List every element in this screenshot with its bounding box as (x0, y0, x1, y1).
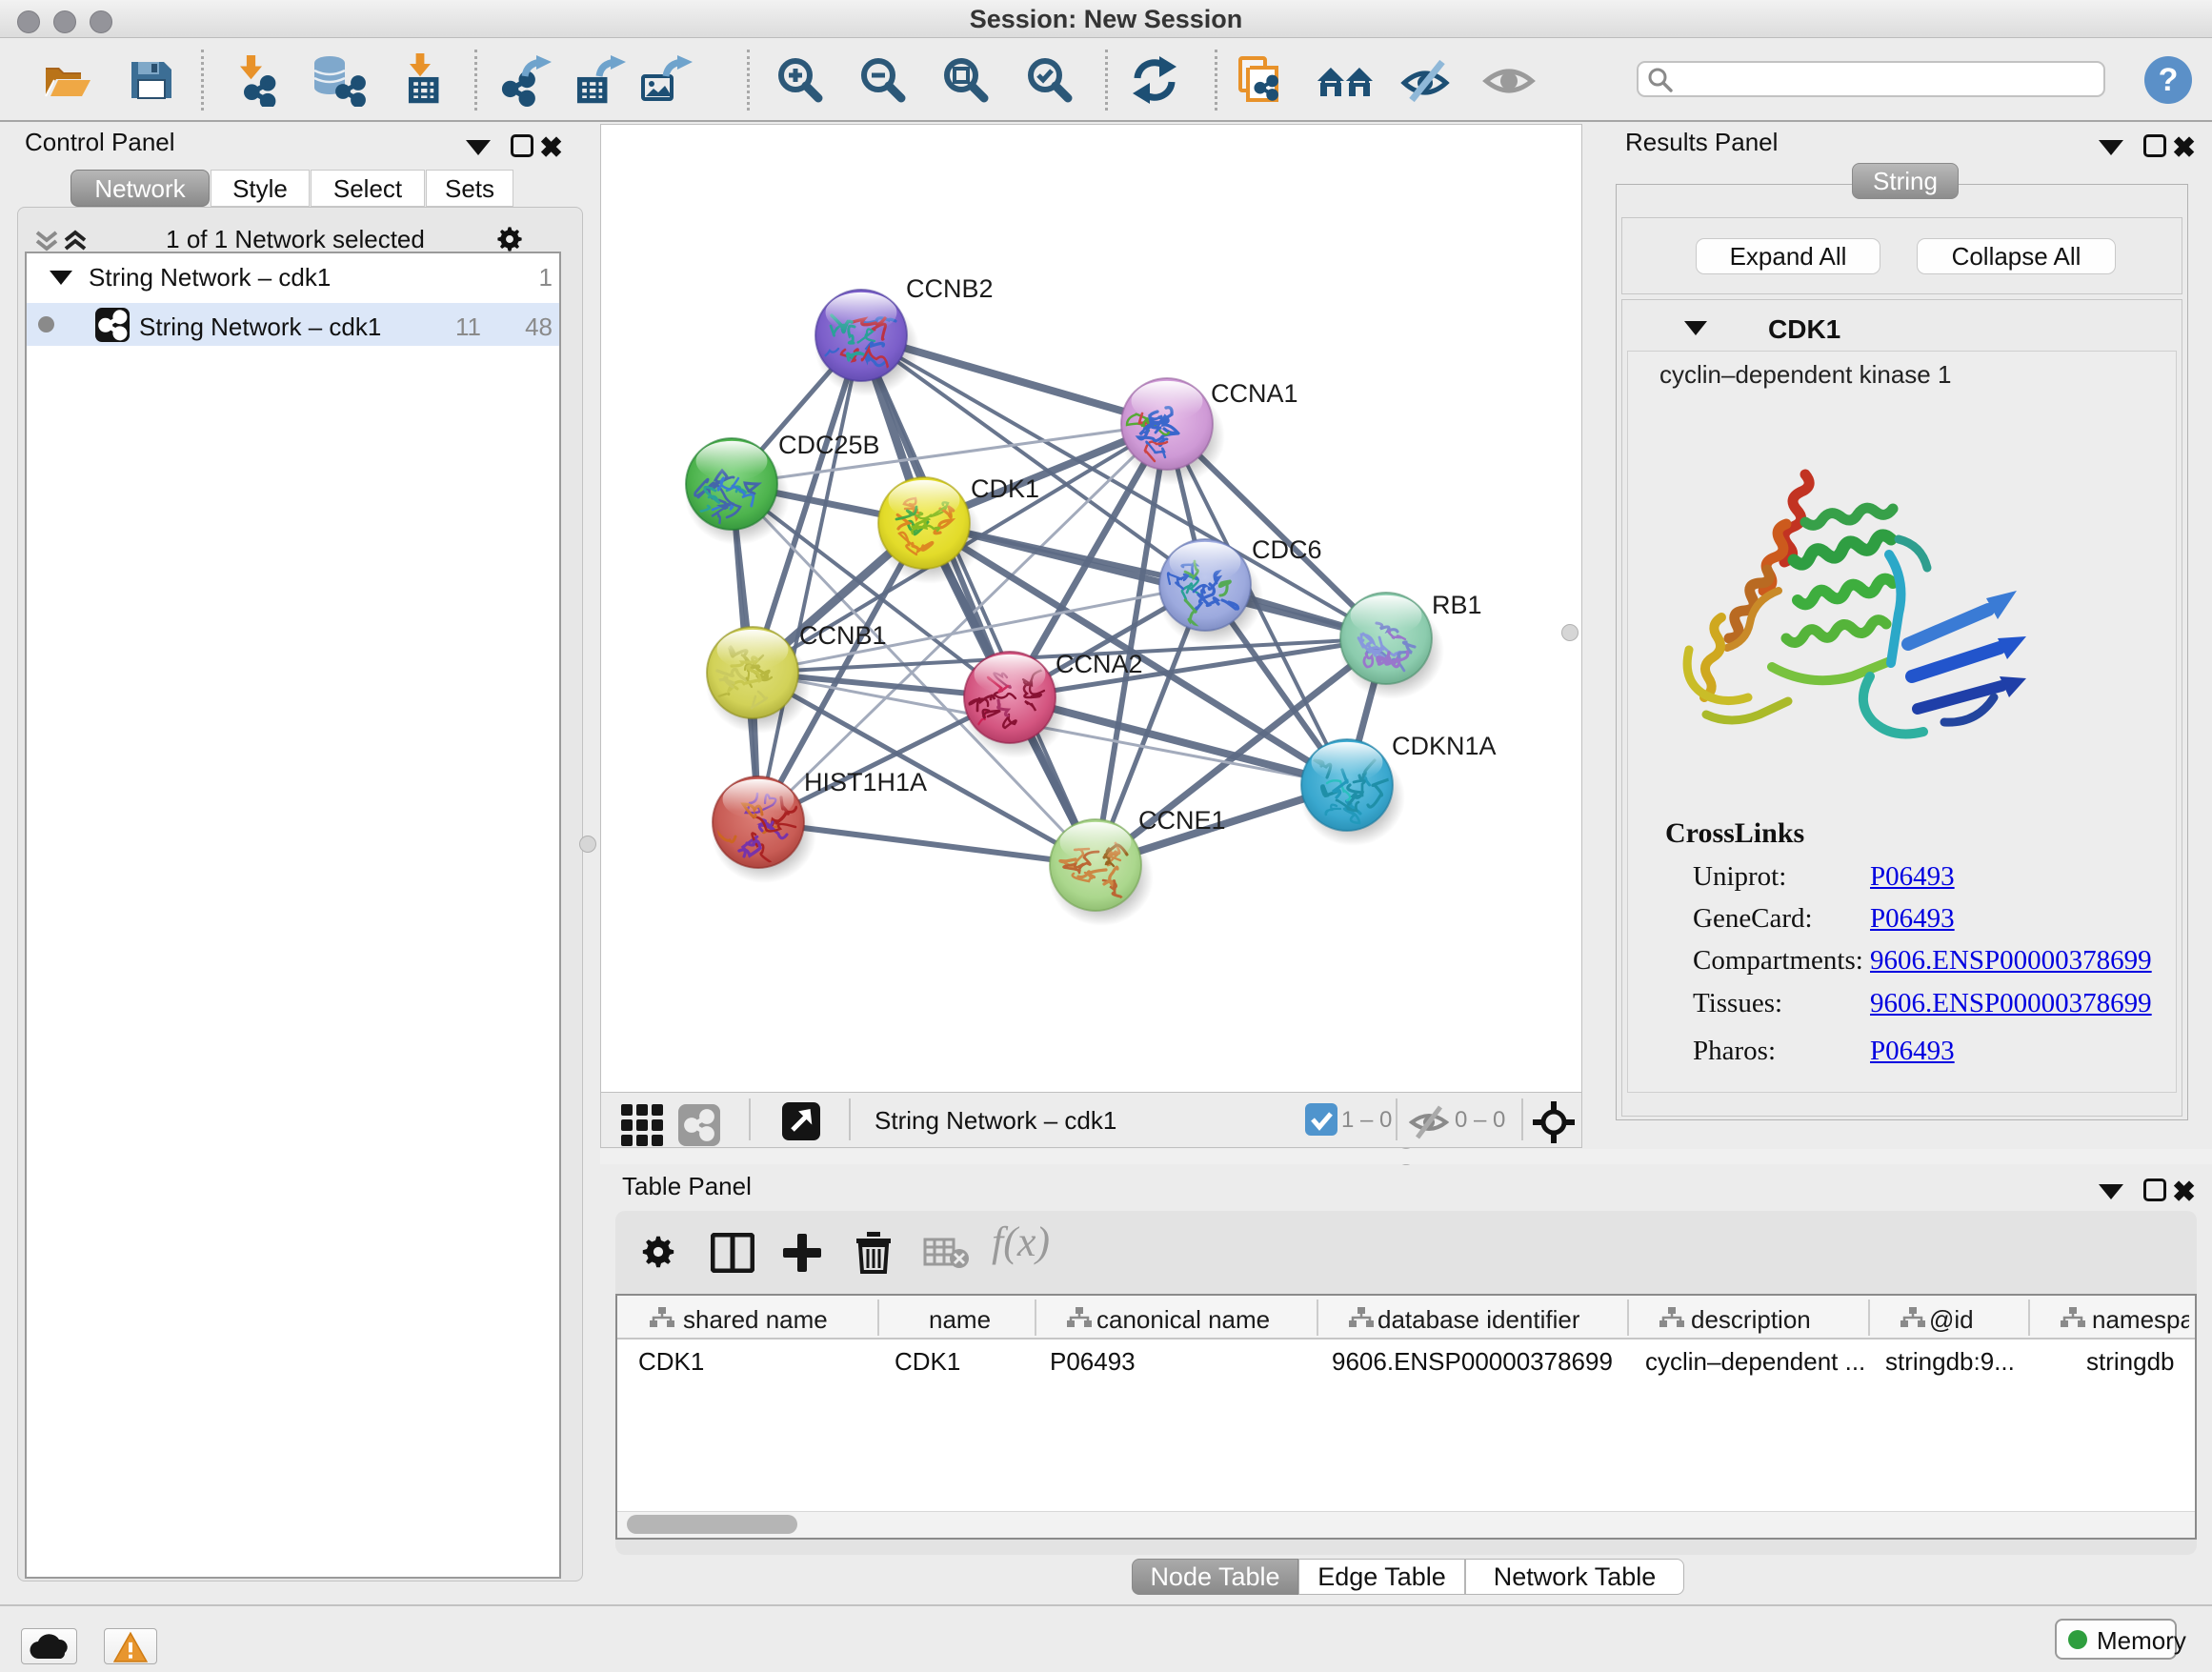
svg-text:CCNE1: CCNE1 (1138, 806, 1226, 835)
svg-text:CCNA2: CCNA2 (1056, 650, 1143, 678)
svg-text:HIST1H1A: HIST1H1A (804, 768, 927, 796)
svg-text:CDK1: CDK1 (971, 474, 1039, 503)
svg-text:CDC25B: CDC25B (778, 431, 880, 459)
svg-text:CCNB1: CCNB1 (799, 621, 887, 650)
svg-text:?: ? (2159, 62, 2179, 98)
svg-text:CDKN1A: CDKN1A (1392, 732, 1497, 760)
svg-text:RB1: RB1 (1432, 591, 1482, 619)
svg-text:CCNA1: CCNA1 (1211, 379, 1298, 408)
svg-text:CCNB2: CCNB2 (906, 274, 994, 303)
svg-text:CDC6: CDC6 (1252, 535, 1322, 564)
